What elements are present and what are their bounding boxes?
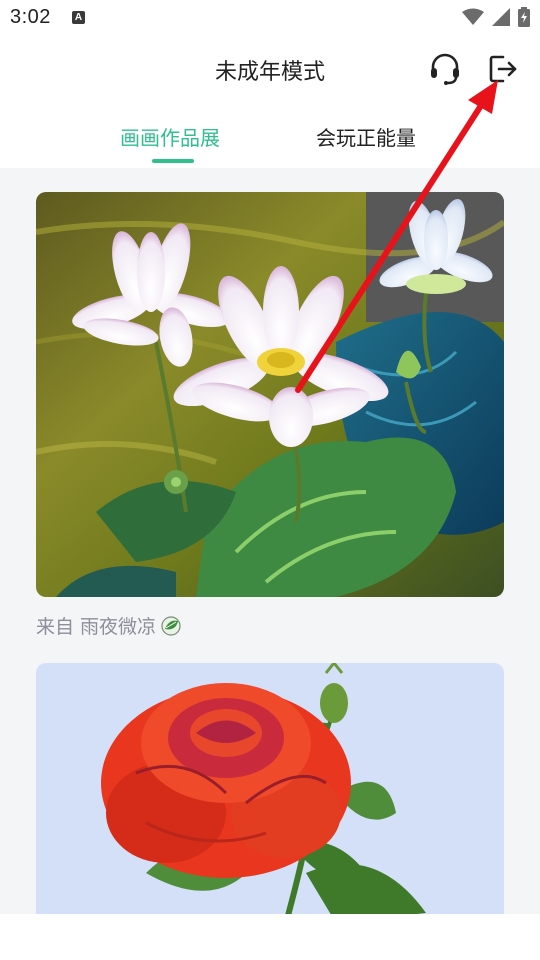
tab-bar: 画画作品展 会玩正能量: [0, 104, 540, 168]
rose-artwork: [36, 663, 504, 914]
artwork-credit-text: 来自 雨夜微凉: [36, 616, 157, 638]
wifi-icon: [462, 8, 484, 25]
bottom-area: [0, 914, 540, 960]
exit-mode-button[interactable]: [486, 52, 520, 86]
notification-a-icon: A: [72, 11, 85, 24]
lotus-artwork: [36, 192, 504, 597]
status-time: 3:02: [10, 6, 51, 28]
app-header: 未成年模式: [0, 36, 540, 104]
leaf-badge-icon: [161, 615, 181, 636]
logout-icon: [489, 55, 517, 83]
status-icons: [462, 6, 530, 28]
tab-painting-exhibition[interactable]: 画画作品展: [120, 122, 220, 151]
customer-support-button[interactable]: [428, 52, 462, 86]
artwork-credit[interactable]: 来自 雨夜微凉: [36, 612, 182, 639]
headset-icon: [431, 53, 459, 85]
battery-icon: [518, 7, 530, 27]
rose-painting[interactable]: [36, 663, 504, 914]
lotus-painting[interactable]: [36, 192, 504, 597]
artwork-feed[interactable]: 来自 雨夜微凉: [0, 168, 540, 914]
tab-positive-energy[interactable]: 会玩正能量: [316, 122, 416, 151]
active-tab-indicator: [152, 159, 194, 163]
signal-icon: [492, 8, 510, 26]
status-bar: 3:02 A: [0, 0, 540, 36]
